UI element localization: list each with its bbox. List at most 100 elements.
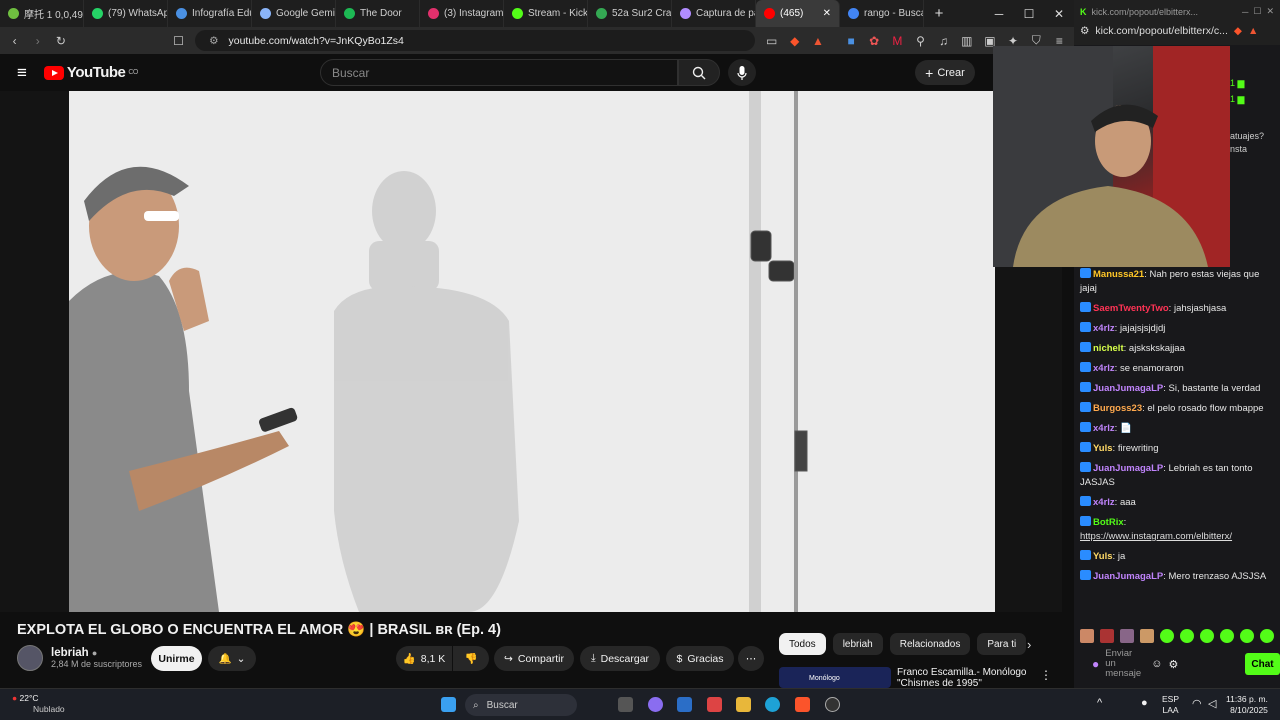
back-icon[interactable]: ‹ xyxy=(8,34,21,48)
youtube-logo[interactable]: YouTube CO xyxy=(43,64,138,81)
edge-icon[interactable] xyxy=(765,697,780,712)
chip[interactable]: Para ti xyxy=(977,633,1027,655)
chip[interactable]: lebriah xyxy=(832,633,883,655)
minimize-icon[interactable]: ─ xyxy=(984,7,1014,21)
store-icon[interactable] xyxy=(677,697,692,712)
browser-tab[interactable]: 52a Sur2 Cra xyxy=(588,0,672,27)
channel-name[interactable]: lebriah xyxy=(51,647,89,659)
translate-icon[interactable]: ■ xyxy=(845,34,858,48)
emote-icon[interactable] xyxy=(1080,629,1094,643)
reload-icon[interactable]: ↻ xyxy=(54,34,67,48)
download-button[interactable]: ⤓ Descargar xyxy=(580,646,660,671)
thanks-button[interactable]: $ Gracias xyxy=(666,646,734,671)
chat-username[interactable]: Yuls xyxy=(1093,551,1113,562)
volume-icon[interactable]: ◁ xyxy=(1208,697,1216,710)
copilot-icon[interactable] xyxy=(648,697,663,712)
file-explorer-icon[interactable] xyxy=(618,697,633,712)
chat-username[interactable]: JuanJumagaLP xyxy=(1093,383,1163,394)
chat-username[interactable]: Yuls xyxy=(1093,443,1113,454)
sidebar-icon[interactable]: ▥ xyxy=(960,34,973,48)
weather-widget[interactable]: ● 22°C Nublado xyxy=(12,693,65,715)
chat-send-button[interactable]: Chat xyxy=(1245,653,1280,675)
browser-tab[interactable]: Infografía Edu xyxy=(168,0,252,27)
browser-tab[interactable]: rango - Busca xyxy=(840,0,924,27)
subscribe-dropdown[interactable]: 🔔 ⌄ xyxy=(208,646,256,671)
emote-icon[interactable] xyxy=(1200,629,1214,643)
tray-mic-icon[interactable]: ● xyxy=(1141,697,1148,709)
chat-username[interactable]: x4rlz xyxy=(1093,363,1115,374)
extension-m-icon[interactable]: M xyxy=(891,34,904,48)
rewards-icon[interactable]: ▲ xyxy=(811,34,824,48)
media-icon[interactable]: ♫ xyxy=(937,34,950,48)
obs-icon[interactable] xyxy=(825,697,840,712)
chat-mic-icon[interactable]: ● xyxy=(1092,657,1099,671)
emote-icon[interactable] xyxy=(1120,629,1134,643)
cast-icon[interactable]: ▭ xyxy=(765,34,778,48)
rec-menu-icon[interactable]: ⋮ xyxy=(1040,668,1052,682)
chat-username[interactable]: Burgoss23 xyxy=(1093,403,1142,414)
chip[interactable]: Todos xyxy=(779,633,826,655)
kick-rewards-icon[interactable]: ▲ xyxy=(1248,25,1258,37)
kick-close-icon[interactable]: ✕ xyxy=(1266,6,1274,17)
brave-icon[interactable] xyxy=(795,697,810,712)
browser-tab[interactable]: (79) WhatsApp xyxy=(84,0,168,27)
create-button[interactable]: + Crear xyxy=(915,60,975,85)
more-actions-button[interactable]: ⋯ xyxy=(738,646,764,671)
browser-tab[interactable]: Google Gemin xyxy=(252,0,336,27)
emoji-icon[interactable]: ☺ xyxy=(1151,658,1162,670)
puzzle-icon[interactable]: ⚲ xyxy=(914,34,927,48)
chat-username[interactable]: nichelt xyxy=(1093,343,1124,354)
search-input[interactable]: Buscar xyxy=(320,59,678,86)
emote-icon[interactable] xyxy=(1160,629,1174,643)
emote-icon[interactable] xyxy=(1260,629,1274,643)
browser-tab[interactable]: (465) ✕ xyxy=(756,0,840,27)
chat-username[interactable]: Manussa21 xyxy=(1093,269,1144,280)
emote-icon[interactable] xyxy=(1100,629,1114,643)
extension-icon[interactable]: ✿ xyxy=(868,34,881,48)
windows-start-icon[interactable] xyxy=(441,697,456,712)
language-indicator[interactable]: ESP LAA xyxy=(1162,694,1179,716)
new-tab-button[interactable]: + xyxy=(924,5,954,22)
taskbar-search[interactable]: ⌕ Buscar xyxy=(465,694,577,716)
join-button[interactable]: Unirme xyxy=(151,646,202,671)
search-button[interactable] xyxy=(678,59,720,86)
kick-site-info-icon[interactable]: ⚙ xyxy=(1080,25,1089,37)
hamburger-icon[interactable]: ≡ xyxy=(17,63,27,83)
brave-shield-icon[interactable]: ◆ xyxy=(788,34,801,48)
chat-username[interactable]: BotRix xyxy=(1093,517,1124,528)
dislike-button[interactable]: 👎 xyxy=(453,646,489,671)
folder-icon[interactable] xyxy=(736,697,751,712)
wifi-icon[interactable]: ◠ xyxy=(1192,697,1202,710)
tab-close-icon[interactable]: ✕ xyxy=(823,8,831,19)
kick-shield-icon[interactable]: ◆ xyxy=(1234,25,1242,37)
browser-tab[interactable]: Stream - Kick xyxy=(504,0,588,27)
like-button[interactable]: 👍 8,1 K xyxy=(396,646,452,671)
emote-icon[interactable] xyxy=(1180,629,1194,643)
emote-icon[interactable] xyxy=(1220,629,1234,643)
channel-avatar[interactable] xyxy=(17,645,43,671)
recommended-video[interactable]: Monólogo Franco Escamilla.- Monólogo "Ch… xyxy=(779,667,1049,689)
share-button[interactable]: ↪ Compartir xyxy=(494,646,574,671)
tray-chevron-icon[interactable]: ^ xyxy=(1097,697,1102,709)
chat-username[interactable]: JuanJumagaLP xyxy=(1093,571,1163,582)
chat-username[interactable]: JuanJumagaLP xyxy=(1093,463,1163,474)
bookmark-icon[interactable]: ☐ xyxy=(172,34,185,48)
browser-tab[interactable]: 摩托 1 0,0,494 xyxy=(0,0,84,27)
emote-icon[interactable] xyxy=(1140,629,1154,643)
kick-minimize-icon[interactable]: ─ xyxy=(1242,7,1248,17)
clock[interactable]: 11:36 p. m. 8/10/2025 xyxy=(1226,694,1268,716)
site-info-icon[interactable]: ⚙ xyxy=(209,35,218,47)
emote-icon[interactable] xyxy=(1240,629,1254,643)
chat-username[interactable]: x4rlz xyxy=(1093,497,1115,508)
browser-tab[interactable]: The Door xyxy=(336,0,420,27)
browser-tab[interactable]: Captura de pa xyxy=(672,0,756,27)
chip[interactable]: Relacionados xyxy=(889,633,971,655)
url-field[interactable]: ⚙ youtube.com/watch?v=JnKQyBo1Zs4 xyxy=(195,30,756,51)
chat-username[interactable]: SaemTwentyTwo xyxy=(1093,303,1169,314)
video-frame[interactable]: 𝓛 xyxy=(69,91,1048,612)
maximize-icon[interactable]: ☐ xyxy=(1014,7,1044,21)
snipping-icon[interactable] xyxy=(707,697,722,712)
chips-next-icon[interactable]: › xyxy=(1027,637,1031,652)
forward-icon[interactable]: › xyxy=(31,34,44,48)
chat-username[interactable]: x4rlz xyxy=(1093,423,1115,434)
